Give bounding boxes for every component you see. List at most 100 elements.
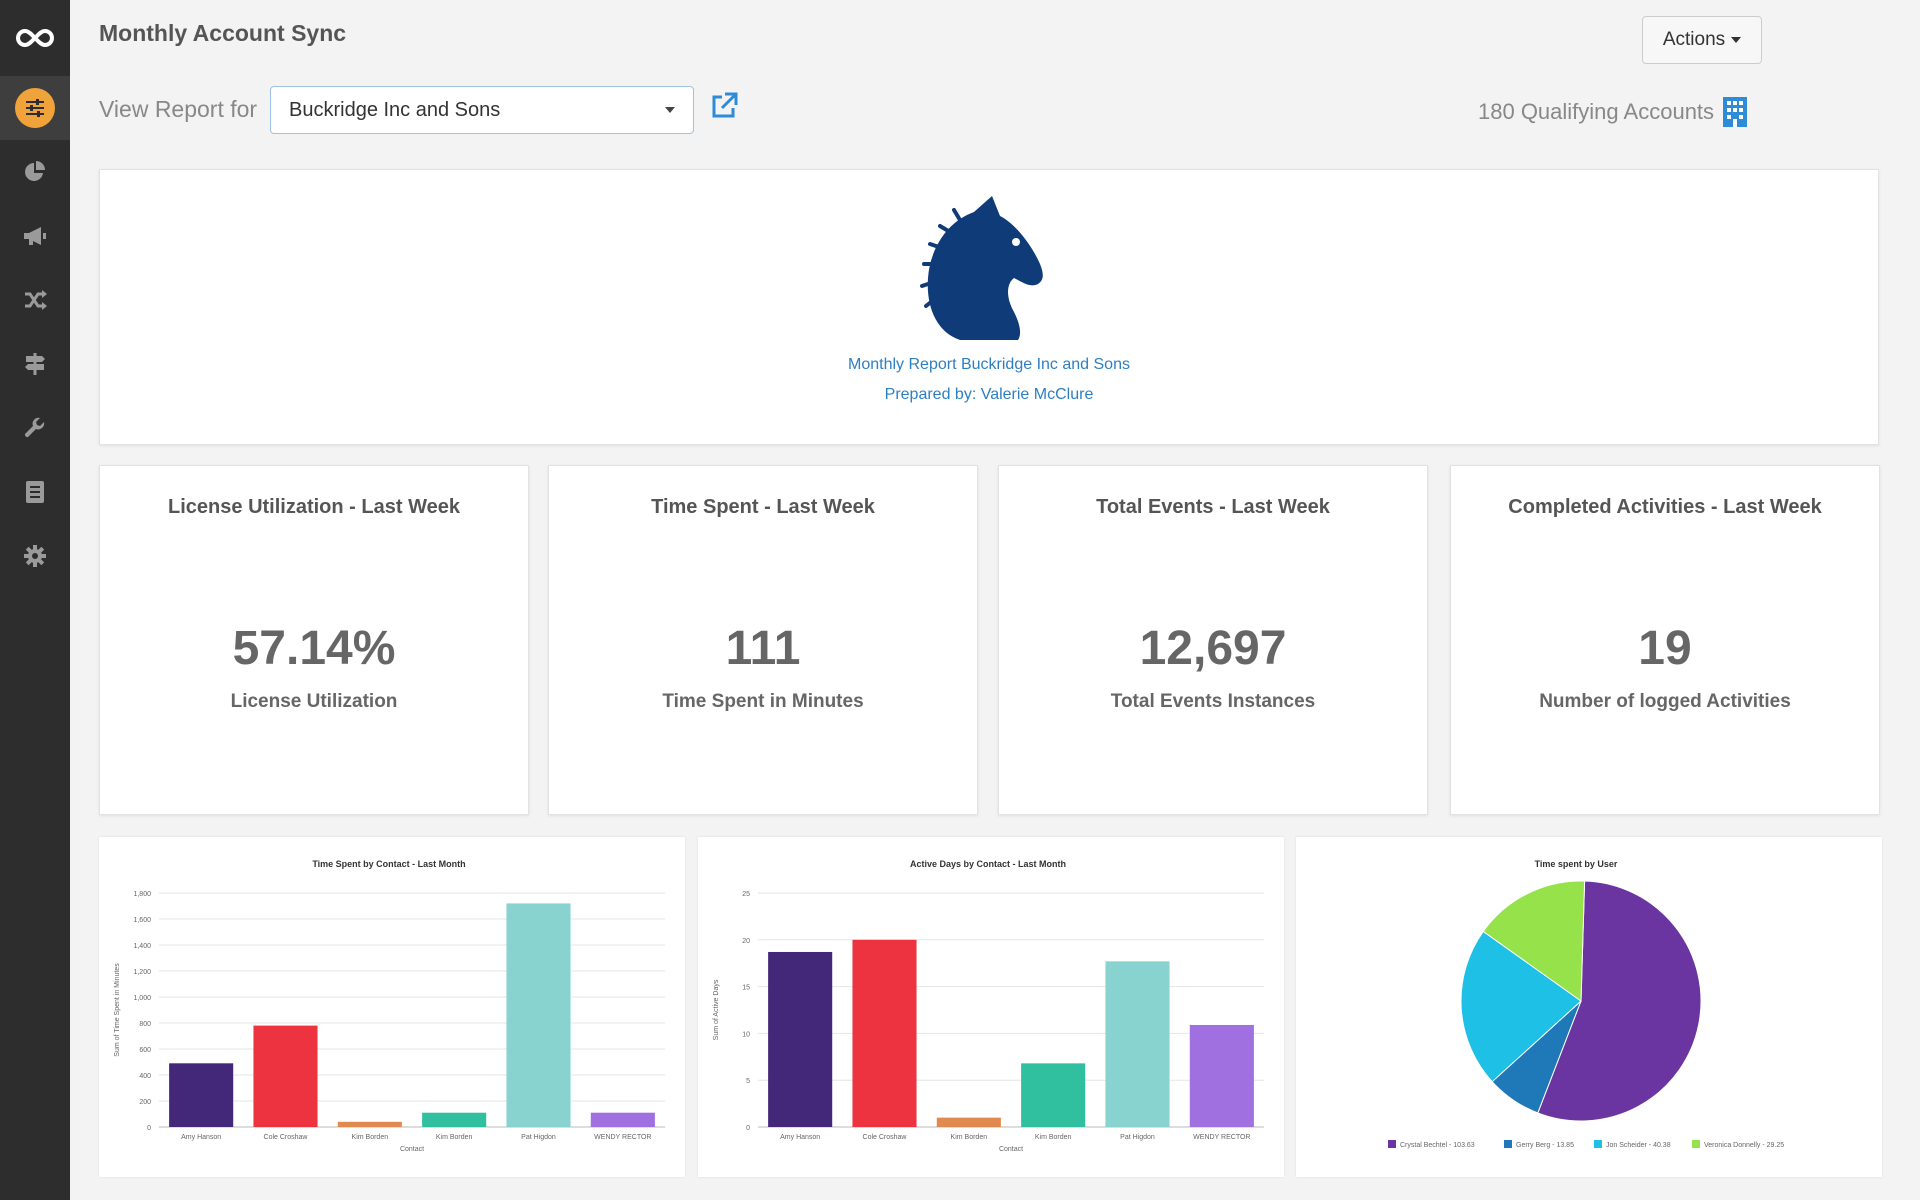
y-tick-label: 600 bbox=[139, 1047, 151, 1054]
x-tick-label: Pat Higdon bbox=[1120, 1134, 1155, 1141]
y-tick-label: 800 bbox=[139, 1021, 151, 1028]
legend-label: Veronica Donnelly - 29.25 bbox=[1704, 1142, 1784, 1149]
bar bbox=[1189, 1024, 1254, 1127]
kpi-value: 19 bbox=[1638, 622, 1692, 675]
page-title: Monthly Account Sync bbox=[99, 20, 347, 46]
chart-title: Time Spent by Contact - Last Month bbox=[312, 859, 465, 869]
legend-swatch bbox=[1504, 1140, 1512, 1148]
chart-card-time-spent: Time Spent by Contact - Last Month 0 200 40… bbox=[99, 837, 685, 1177]
sliders-icon bbox=[15, 88, 55, 128]
kpi-subtitle: Time Spent in Minutes bbox=[662, 691, 864, 712]
y-tick-label: 200 bbox=[139, 1099, 151, 1106]
kpi-title: Time Spent - Last Week bbox=[651, 496, 875, 518]
kpi-title: Completed Activities - Last Week bbox=[1508, 496, 1822, 518]
kpi-value: 111 bbox=[725, 622, 801, 675]
x-axis-label: Contact bbox=[400, 1146, 424, 1153]
chart-card-time-by-user: Time spent by User Crystal Bechtel - 103.… bbox=[1296, 837, 1882, 1177]
bar bbox=[1105, 961, 1170, 1127]
sidebar bbox=[0, 0, 70, 1200]
app-logo[interactable] bbox=[0, 0, 70, 76]
bar bbox=[1021, 1063, 1086, 1127]
bar bbox=[936, 1117, 1001, 1127]
external-link-icon[interactable] bbox=[710, 92, 738, 125]
kpi-title: Total Events - Last Week bbox=[1096, 496, 1330, 518]
building-icon bbox=[1723, 97, 1748, 127]
y-tick-label: 400 bbox=[139, 1073, 151, 1080]
x-tick-label: Amy Hanson bbox=[181, 1134, 221, 1141]
sidebar-item-campaigns[interactable] bbox=[0, 204, 70, 268]
x-tick-label: Kim Borden bbox=[951, 1134, 988, 1141]
sidebar-item-journeys[interactable] bbox=[0, 332, 70, 396]
y-axis-label: Sum of Time Spent in Minutes bbox=[114, 963, 121, 1057]
bar bbox=[852, 939, 917, 1127]
chart-title: Active Days by Contact - Last Month bbox=[910, 859, 1066, 869]
legend-swatch bbox=[1388, 1140, 1396, 1148]
x-tick-label: Cole Croshaw bbox=[863, 1134, 908, 1141]
wrench-icon bbox=[23, 416, 47, 440]
y-tick-label: 1,600 bbox=[133, 917, 151, 924]
bar bbox=[253, 1025, 318, 1127]
pie-chart-time-by-user: Time spent by User Crystal Bechtel - 103.… bbox=[1388, 859, 1784, 1149]
sidebar-item-analytics[interactable] bbox=[0, 140, 70, 204]
report-prepared-by: Prepared by: Valerie McClure bbox=[884, 386, 1094, 403]
legend-label: Jon Scheider - 40.38 bbox=[1606, 1142, 1671, 1149]
pie-chart-icon bbox=[23, 160, 47, 184]
legend-swatch bbox=[1594, 1140, 1602, 1148]
x-tick-label: Kim Borden bbox=[1035, 1134, 1072, 1141]
kpi-subtitle: Total Events Instances bbox=[1110, 691, 1316, 712]
megaphone-icon bbox=[22, 225, 48, 247]
actions-button[interactable]: Actions bbox=[1642, 16, 1762, 64]
infinity-logo-icon bbox=[16, 28, 54, 48]
report-title: Monthly Report Buckridge Inc and Sons bbox=[848, 356, 1130, 373]
sidebar-item-settings[interactable] bbox=[0, 524, 70, 588]
report-header-card: Monthly Report Buckridge Inc and Sons Pr… bbox=[99, 169, 1879, 445]
account-select-value: Buckridge Inc and Sons bbox=[289, 98, 501, 121]
actions-label: Actions bbox=[1662, 29, 1726, 50]
y-tick-label: 0 bbox=[746, 1125, 750, 1132]
x-tick-label: Kim Borden bbox=[436, 1134, 473, 1141]
y-tick-label: 25 bbox=[742, 891, 750, 898]
sidebar-item-workflows[interactable] bbox=[0, 268, 70, 332]
horse-logo bbox=[920, 194, 1060, 349]
qualifying-accounts[interactable]: 180 Qualifying Accounts bbox=[1478, 96, 1748, 128]
signpost-icon bbox=[23, 352, 47, 376]
kpi-card-time-spent: Time Spent - Last Week 111 Time Spent in… bbox=[548, 465, 978, 815]
chart-card-active-days: Active Days by Contact - Last Month 0 5 10 1… bbox=[698, 837, 1284, 1177]
y-tick-label: 10 bbox=[742, 1031, 750, 1038]
bar bbox=[768, 951, 833, 1127]
y-tick-label: 0 bbox=[147, 1125, 151, 1132]
bar bbox=[337, 1121, 402, 1127]
list-icon bbox=[25, 480, 45, 504]
account-select[interactable]: Buckridge Inc and Sons bbox=[270, 86, 694, 134]
sidebar-item-lists[interactable] bbox=[0, 460, 70, 524]
x-tick-label: Cole Croshaw bbox=[264, 1134, 309, 1141]
sidebar-item-reports[interactable] bbox=[0, 76, 70, 140]
chevron-down-icon bbox=[1731, 37, 1742, 43]
y-tick-label: 20 bbox=[742, 938, 750, 945]
y-tick-label: 1,800 bbox=[133, 891, 151, 898]
chevron-down-icon bbox=[665, 107, 675, 113]
x-axis-label: Contact bbox=[999, 1146, 1023, 1153]
shuffle-icon bbox=[23, 289, 47, 311]
kpi-subtitle: Number of logged Activities bbox=[1539, 691, 1791, 712]
kpi-card-activities: Completed Activities - Last Week 19 Numb… bbox=[1450, 465, 1880, 815]
legend-label: Gerry Berg - 13.85 bbox=[1516, 1142, 1574, 1149]
bar bbox=[422, 1112, 487, 1127]
y-axis-label: Sum of Active Days bbox=[713, 979, 720, 1040]
qualifying-accounts-text: 180 Qualifying Accounts bbox=[1478, 99, 1715, 124]
kpi-card-total-events: Total Events - Last Week 12,697 Total Ev… bbox=[998, 465, 1428, 815]
kpi-value: 57.14% bbox=[232, 622, 396, 675]
y-tick-label: 1,200 bbox=[133, 969, 151, 976]
y-tick-label: 1,000 bbox=[133, 995, 151, 1002]
legend-label: Crystal Bechtel - 103.63 bbox=[1400, 1142, 1475, 1149]
x-tick-label: Pat Higdon bbox=[521, 1134, 556, 1141]
y-tick-label: 1,400 bbox=[133, 943, 151, 950]
kpi-card-license: License Utilization - Last Week 57.14% L… bbox=[99, 465, 529, 815]
bar-chart-active-days: Active Days by Contact - Last Month 0 5 10 1… bbox=[713, 859, 1264, 1153]
bar bbox=[169, 1063, 234, 1127]
sidebar-item-tools[interactable] bbox=[0, 396, 70, 460]
main-content: Monthly Account Sync Actions View Report… bbox=[70, 0, 1920, 1200]
bar bbox=[506, 903, 571, 1127]
chart-title: Time spent by User bbox=[1535, 859, 1618, 869]
x-tick-label: WENDY RECTOR bbox=[1193, 1134, 1250, 1141]
